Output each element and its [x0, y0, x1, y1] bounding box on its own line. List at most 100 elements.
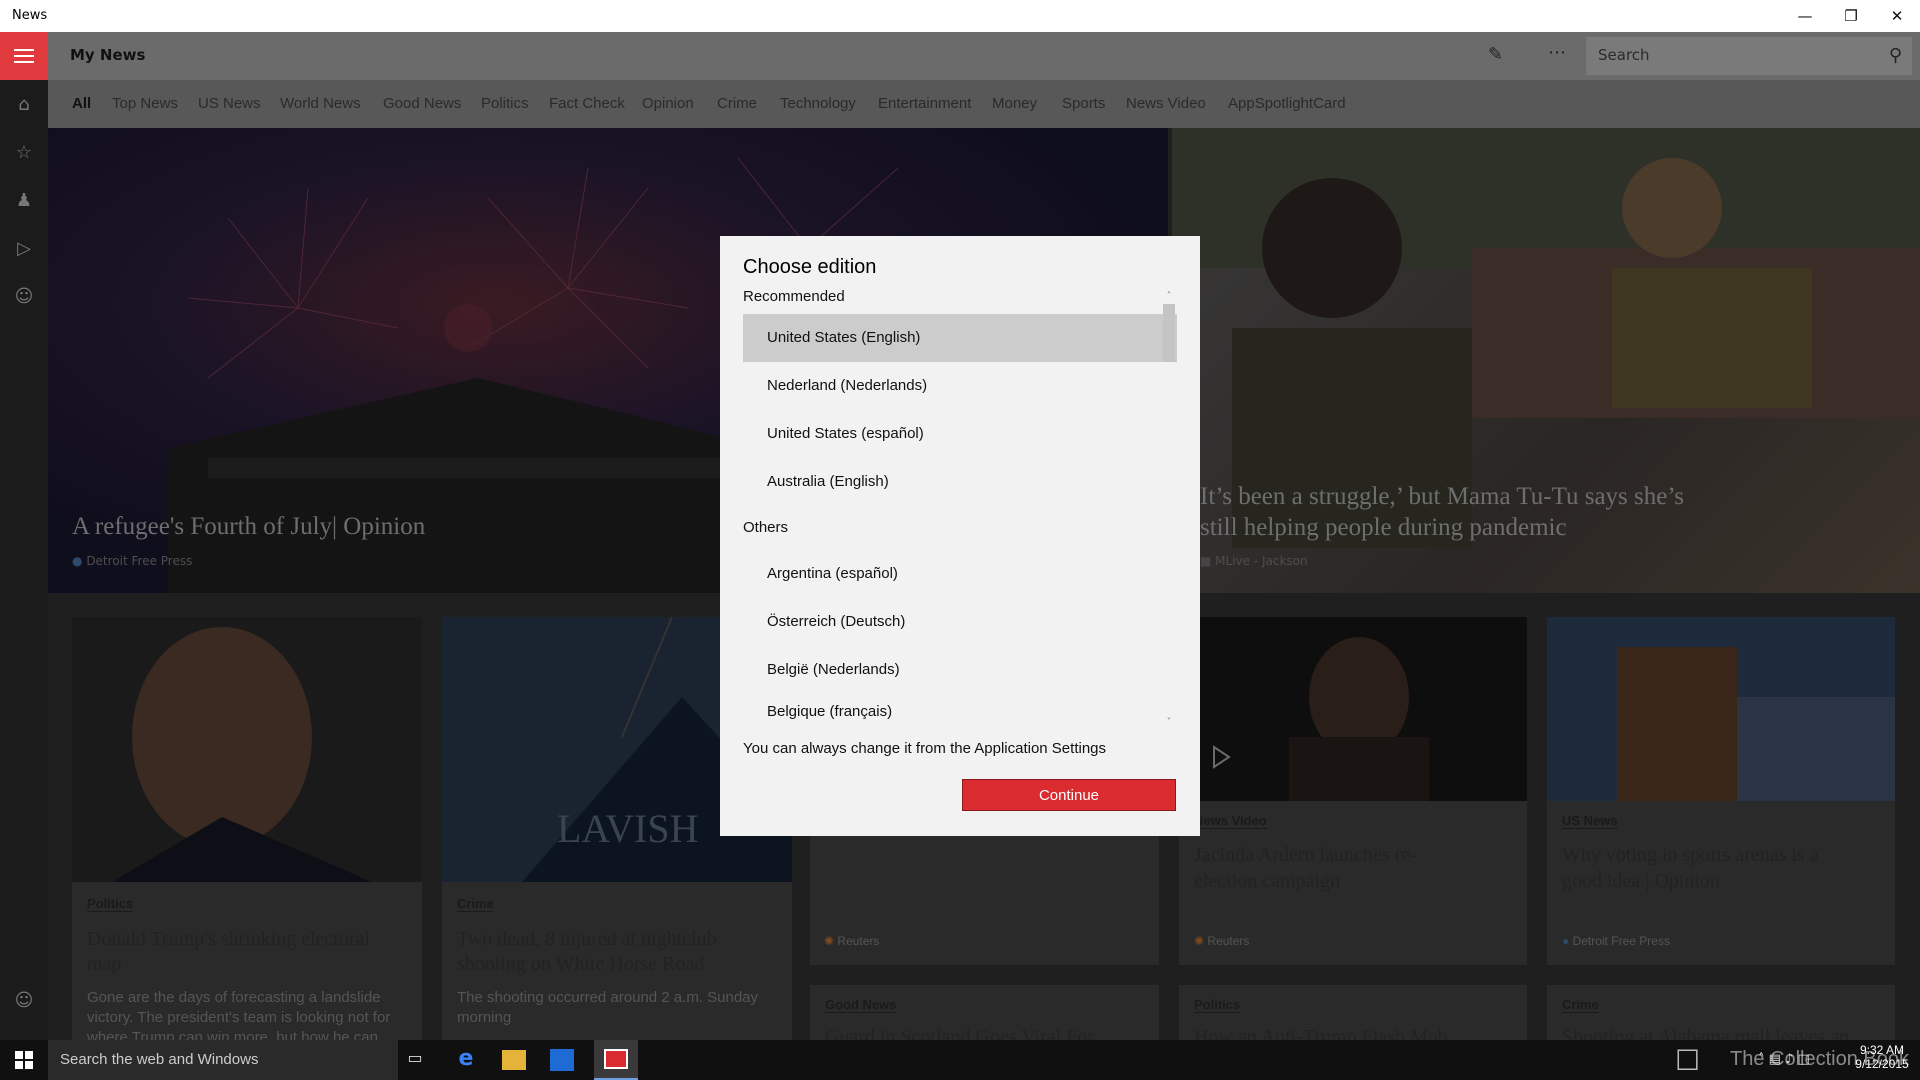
card-desc-line1: Gone are the days of forecasting a lands…	[87, 989, 381, 1006]
notification-icon: □	[1797, 1052, 1810, 1067]
card-title: How an Anti-Trump Flash Mob	[1194, 1026, 1448, 1040]
local-nav-button[interactable]: ♟	[0, 176, 48, 224]
file-explorer-taskbar-button[interactable]	[502, 1050, 526, 1070]
start-button[interactable]	[0, 1040, 48, 1080]
window-title: News	[12, 8, 48, 23]
search-input[interactable]: Search ⚲	[1586, 37, 1912, 75]
continue-button[interactable]: Continue	[962, 779, 1176, 811]
tab-crime[interactable]: Crime	[717, 95, 757, 112]
news-card[interactable]: US News Why voting in sports arenas is a…	[1547, 617, 1895, 965]
card-source-name: Reuters	[1207, 934, 1250, 948]
more-button[interactable]: ⋯	[1548, 42, 1574, 68]
hero-story-2[interactable]: It’s been a struggle,’ but Mama Tu-Tu sa…	[1172, 128, 1920, 593]
edition-option[interactable]: United States (español)	[743, 410, 1177, 458]
edition-option[interactable]: Österreich (Deutsch)	[743, 598, 1177, 646]
news-card[interactable]: Good News Guard in Scotland Goes Viral F…	[810, 985, 1159, 1040]
tab-money[interactable]: Money	[992, 95, 1037, 112]
video-thumbnail-image	[1179, 617, 1527, 801]
card-category-tag[interactable]: Politics	[1194, 997, 1241, 1013]
card-title: Shooting at Alabama mall leaves an	[1562, 1026, 1850, 1040]
interests-nav-button[interactable]: ☆	[0, 128, 48, 176]
card-image	[1179, 617, 1527, 801]
tab-appspotlightcard[interactable]: AppSpotlightCard	[1228, 95, 1346, 112]
video-nav-button[interactable]: ▷	[0, 224, 48, 272]
news-card[interactable]: Politics How an Anti-Trump Flash Mob	[1179, 985, 1527, 1040]
category-tabs: All Top News US News World News Good New…	[48, 80, 1920, 128]
hamburger-button[interactable]	[0, 32, 48, 80]
recommended-header: Recommended	[743, 288, 845, 305]
tab-opinion[interactable]: Opinion	[642, 95, 694, 112]
card-source: ● Detroit Free Press	[1562, 934, 1670, 948]
card-category-tag[interactable]: Crime	[1562, 997, 1599, 1013]
task-view-button[interactable]: ▭	[402, 1048, 428, 1072]
news-taskbar-button[interactable]	[594, 1040, 638, 1080]
card-title-line1: Jacinda Ardern launches re-	[1194, 844, 1417, 866]
clock-date: 9/12/2015	[1855, 1057, 1909, 1071]
card-category-tag[interactable]: Politics	[87, 896, 134, 912]
system-tray-icons[interactable]: ˄ ▤ ♪ □	[1758, 1052, 1810, 1067]
clock[interactable]: 9:32 AM 9/12/2015	[1852, 1043, 1912, 1071]
tab-us-news[interactable]: US News	[198, 95, 261, 112]
edition-option[interactable]: Argentina (español)	[743, 550, 1177, 598]
minimize-icon: —	[1797, 7, 1813, 25]
close-button[interactable]: ✕	[1874, 0, 1920, 32]
card-category-tag[interactable]: US News	[1562, 813, 1618, 829]
tab-news-video[interactable]: News Video	[1126, 95, 1206, 112]
choose-edition-dialog: Choose edition Recommended ˄ United Stat…	[720, 236, 1200, 836]
task-view-icon: ▭	[407, 1048, 423, 1067]
edition-option[interactable]: België (Nederlands)	[743, 646, 1177, 694]
card-title-line2: election campaign	[1194, 870, 1341, 892]
card-category-tag[interactable]: News Video	[1194, 813, 1267, 829]
hero-title[interactable]: A refugee's Fourth of July| Opinion	[72, 513, 425, 541]
card-category-tag[interactable]: Good News	[825, 997, 897, 1013]
news-card[interactable]: News Video Jacinda Ardern launches re- e…	[1179, 617, 1527, 965]
tab-technology[interactable]: Technology	[780, 95, 856, 112]
scroll-down-icon[interactable]: ˅	[1163, 718, 1175, 728]
tab-fact-check[interactable]: Fact Check	[549, 95, 625, 112]
hero-source: ● Detroit Free Press	[72, 554, 192, 568]
scroll-up-icon[interactable]: ˄	[1163, 292, 1175, 302]
minimize-button[interactable]: —	[1782, 0, 1828, 32]
home-icon: ⌂	[18, 93, 30, 115]
edition-option[interactable]: Nederland (Nederlands)	[743, 362, 1177, 410]
tab-top-news[interactable]: Top News	[112, 95, 178, 112]
scrollbar-thumb[interactable]	[1163, 304, 1175, 362]
hero-title-line1[interactable]: It’s been a struggle,’ but Mama Tu-Tu sa…	[1200, 483, 1684, 511]
hero-title-line2[interactable]: still helping people during pandemic	[1200, 514, 1567, 542]
edge-taskbar-button[interactable]: e	[452, 1046, 480, 1074]
home-nav-button[interactable]: ⌂	[0, 80, 48, 128]
tab-entertainment[interactable]: Entertainment	[878, 95, 971, 112]
search-placeholder: Search	[1598, 46, 1650, 64]
edition-option[interactable]: Belgique (français)	[743, 694, 1177, 730]
portrait-image	[72, 617, 422, 882]
hero-source: ■ MLive - Jackson	[1200, 554, 1308, 568]
tab-all[interactable]: All	[72, 95, 91, 112]
taskbar-search-placeholder: Search the web and Windows	[60, 1051, 259, 1068]
card-category-tag[interactable]: Crime	[457, 896, 494, 912]
news-card[interactable]: Politics Donald Trump's shrinking electo…	[72, 617, 422, 1046]
restore-button[interactable]: ❐	[1828, 0, 1874, 32]
card-title-line1: Why voting in sports arenas is a	[1562, 844, 1819, 866]
edit-button[interactable]: ✎	[1488, 44, 1514, 70]
windows-logo-icon	[15, 1051, 33, 1069]
news-app-icon	[604, 1049, 628, 1069]
edition-option[interactable]: Australia (English)	[743, 458, 1177, 506]
tab-good-news[interactable]: Good News	[383, 95, 461, 112]
dialog-title: Choose edition	[743, 256, 877, 278]
sports-nav-button[interactable]: ☺	[0, 272, 48, 320]
others-header: Others	[743, 519, 789, 536]
tab-politics[interactable]: Politics	[481, 95, 529, 112]
book-logo-icon: ☐	[1675, 1044, 1701, 1077]
taskbar-search-input[interactable]: Search the web and Windows	[48, 1040, 398, 1080]
search-icon[interactable]: ⚲	[1889, 45, 1902, 66]
hero-source-name: MLive - Jackson	[1215, 554, 1308, 568]
tab-sports[interactable]: Sports	[1062, 95, 1105, 112]
edition-option-selected[interactable]: United States (English)	[743, 314, 1177, 362]
card-image	[72, 617, 422, 882]
news-card[interactable]: Crime Shooting at Alabama mall leaves an	[1547, 985, 1895, 1040]
store-taskbar-button[interactable]	[550, 1049, 574, 1071]
restore-icon: ❐	[1844, 7, 1858, 25]
tab-world-news[interactable]: World News	[280, 95, 361, 112]
account-button[interactable]: ☺	[0, 976, 48, 1024]
close-icon: ✕	[1890, 7, 1904, 25]
